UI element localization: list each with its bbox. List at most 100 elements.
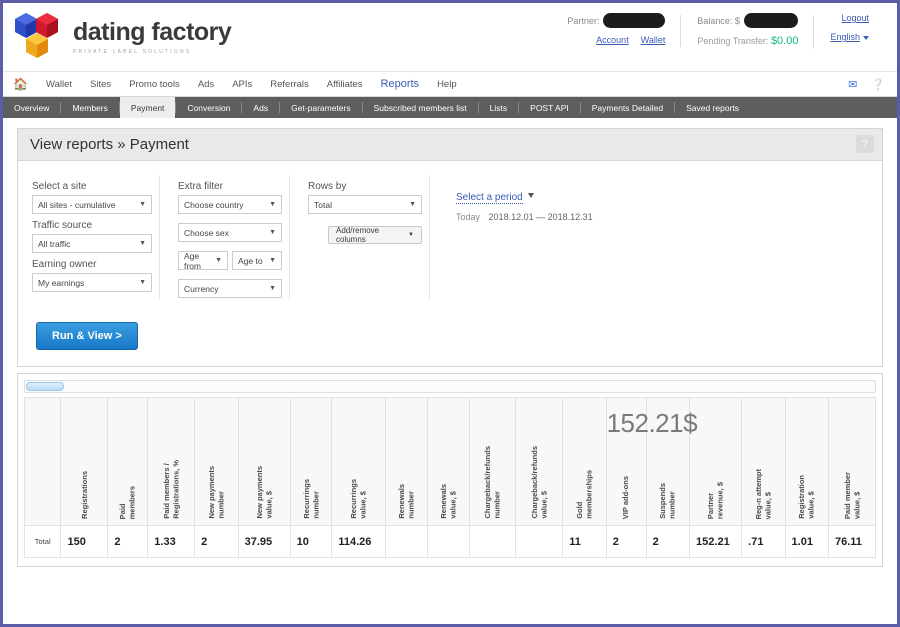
sex-select-value: Choose sex <box>184 227 229 238</box>
scrollbar-thumb[interactable] <box>26 382 64 391</box>
nav-item-help[interactable]: Help <box>437 79 457 90</box>
nav-item-sites[interactable]: Sites <box>90 79 111 90</box>
wallet-link[interactable]: Wallet <box>641 35 666 45</box>
age-range-row: Age from ▼ Age to ▼ <box>178 250 282 271</box>
subnav-tab-payments-detailed[interactable]: Payments Detailed <box>581 97 674 118</box>
col-header-blank <box>23 397 62 526</box>
sex-select[interactable]: Choose sex ▼ <box>178 223 282 242</box>
subnav-tab-ads[interactable]: Ads <box>242 97 279 118</box>
subnav-tab-overview[interactable]: Overview <box>3 97 60 118</box>
balance-label: Balance: $ <box>697 15 740 26</box>
filter-group-rows: Rows by Total ▼ Add/remove columns ▼ <box>298 175 438 306</box>
period-value-row: Today 2018.12.01 — 2018.12.31 <box>456 212 593 222</box>
earning-owner-select[interactable]: My earnings ▼ <box>32 273 152 292</box>
select-period-link[interactable]: Select a period <box>456 192 523 204</box>
nav-item-affiliates[interactable]: Affiliates <box>327 79 363 90</box>
col-header-recurrings-value[interactable]: Recurrings value, $ <box>331 397 387 526</box>
col-header-paid-members[interactable]: Paid members <box>107 397 149 526</box>
run-and-view-button[interactable]: Run & View > <box>36 322 138 350</box>
nav-item-promo-tools[interactable]: Promo tools <box>129 79 180 90</box>
nav-item-wallet[interactable]: Wallet <box>46 79 72 90</box>
chevron-down-icon: ▼ <box>269 201 276 208</box>
subnav-tab-members[interactable]: Members <box>61 97 118 118</box>
nav-item-apis[interactable]: APIs <box>232 79 252 90</box>
rows-by-select[interactable]: Total ▼ <box>308 195 422 214</box>
partner-label: Partner: <box>567 15 600 26</box>
page-title: View reports » Payment <box>30 136 189 153</box>
period-today-label: Today <box>456 212 481 222</box>
currency-select[interactable]: Currency ▼ <box>178 279 282 298</box>
col-header-chargeback-refunds-value[interactable]: Chargeback/refunds value, $ <box>515 397 564 526</box>
select-a-site-label: Select a site <box>32 181 87 192</box>
chevron-down-icon: ▼ <box>269 285 276 292</box>
col-header-renewals-number[interactable]: Renewals number <box>385 397 428 526</box>
subnav-tab-lists[interactable]: Lists <box>479 97 518 118</box>
partner-revenue-highlight: 152.21$ <box>606 408 698 438</box>
panel-header: View reports » Payment ? <box>18 129 882 161</box>
help-button[interactable]: ? <box>856 135 874 153</box>
payment-report-table: Registrations Paid members Paid members … <box>23 397 877 558</box>
account-link[interactable]: Account <box>596 35 629 45</box>
cell-vip-add-ons: 2 <box>605 525 647 558</box>
add-remove-columns-button[interactable]: Add/remove columns ▼ <box>328 226 422 244</box>
col-header-suspends-number[interactable]: 152.21$ Suspends number <box>607 397 698 526</box>
table-row: Total 150 2 1.33 2 37.95 10 114.26 11 2 … <box>23 525 877 558</box>
table-header-row: Registrations Paid members Paid members … <box>23 397 877 526</box>
subnav-tab-subscribed-members-list[interactable]: Subscribed members list <box>363 97 478 118</box>
col-header-partner-revenue[interactable]: Partner revenue, $ <box>689 397 743 526</box>
chevron-down-icon: ▼ <box>139 279 146 286</box>
col-header-paid-member-value[interactable]: Paid member value, $ <box>827 397 877 526</box>
cell-chargeback-refunds-value <box>515 525 564 558</box>
question-circle-icon[interactable]: ❔ <box>871 78 885 91</box>
subnav-tab-payment[interactable]: Payment <box>119 97 176 118</box>
age-from-select[interactable]: Age from ▼ <box>178 250 228 271</box>
pending-transfer-value: $0.00 <box>770 35 799 47</box>
nav-item-reports[interactable]: Reports <box>381 78 420 90</box>
cell-recurrings-value: 114.26 <box>331 525 387 558</box>
col-header-registration-value[interactable]: Registration value, $ <box>784 397 829 526</box>
col-header-paid-members-per-registrations[interactable]: Paid members / Registrations, % <box>147 397 196 526</box>
age-to-select[interactable]: Age to ▼ <box>232 251 282 270</box>
nav-item-ads[interactable]: Ads <box>198 79 214 90</box>
subnav-tab-get-parameters[interactable]: Get-parameters <box>280 97 362 118</box>
country-select-value: Choose country <box>184 199 244 210</box>
subnav-tab-saved-reports[interactable]: Saved reports <box>675 97 750 118</box>
horizontal-scrollbar[interactable] <box>24 380 876 393</box>
home-icon[interactable]: 🏠 <box>13 77 28 91</box>
partner-name-redacted <box>603 13 666 28</box>
logout-link[interactable]: Logout <box>841 13 869 23</box>
site-select[interactable]: All sites - cumulative ▼ <box>32 195 152 214</box>
age-from-value: Age from <box>184 250 201 271</box>
chevron-down-icon: ▼ <box>139 201 146 208</box>
period-group: Select a period Today 2018.12.01 — 2018.… <box>438 175 593 306</box>
col-header-new-payments-number[interactable]: New payments number <box>194 397 239 526</box>
brand-logo[interactable]: dating factory PRIVATE LABEL SOLUTIONS <box>13 11 232 63</box>
chevron-down-icon: ▼ <box>215 257 222 264</box>
chevron-down-icon: ▼ <box>269 257 276 264</box>
header-right-area: Partner: Account Wallet Balance: $ Pendi… <box>551 13 885 49</box>
language-label[interactable]: English <box>830 32 860 42</box>
col-header-gold-memberships[interactable]: Gold memberships <box>562 397 607 526</box>
subnav-tab-conversion[interactable]: Conversion <box>176 97 241 118</box>
col-header-registrations[interactable]: Registrations <box>60 397 109 526</box>
col-header-recurrings-number[interactable]: Recurrings number <box>289 397 333 526</box>
chevron-down-icon: ▼ <box>409 201 416 208</box>
envelope-icon[interactable]: ✉ <box>848 78 857 91</box>
subnav-tab-post-api[interactable]: POST API <box>519 97 580 118</box>
col-header-renewals-value[interactable]: Renewals value, $ <box>426 397 470 526</box>
cell-paid-member-value: 76.11 <box>827 525 877 558</box>
chevron-down-icon: ▼ <box>269 229 276 236</box>
col-header-new-payments-value[interactable]: New payments value, $ <box>237 397 291 526</box>
col-header-reg-n-attempt-value[interactable]: Reg-n attempt value, $ <box>741 397 786 526</box>
cell-chargeback-refunds-number <box>468 525 517 558</box>
col-header-chargeback-refunds-number[interactable]: Chargeback/refunds number <box>468 397 517 526</box>
cell-registrations: 150 <box>60 525 109 558</box>
earning-owner-value: My earnings <box>38 277 85 288</box>
pending-transfer-label: Pending Transfer: <box>697 36 769 46</box>
nav-item-referrals[interactable]: Referrals <box>270 79 309 90</box>
report-table-panel: Registrations Paid members Paid members … <box>17 373 883 567</box>
country-select[interactable]: Choose country ▼ <box>178 195 282 214</box>
language-selector[interactable]: English <box>830 32 869 42</box>
traffic-source-select[interactable]: All traffic ▼ <box>32 234 152 253</box>
traffic-source-label: Traffic source <box>32 220 93 231</box>
